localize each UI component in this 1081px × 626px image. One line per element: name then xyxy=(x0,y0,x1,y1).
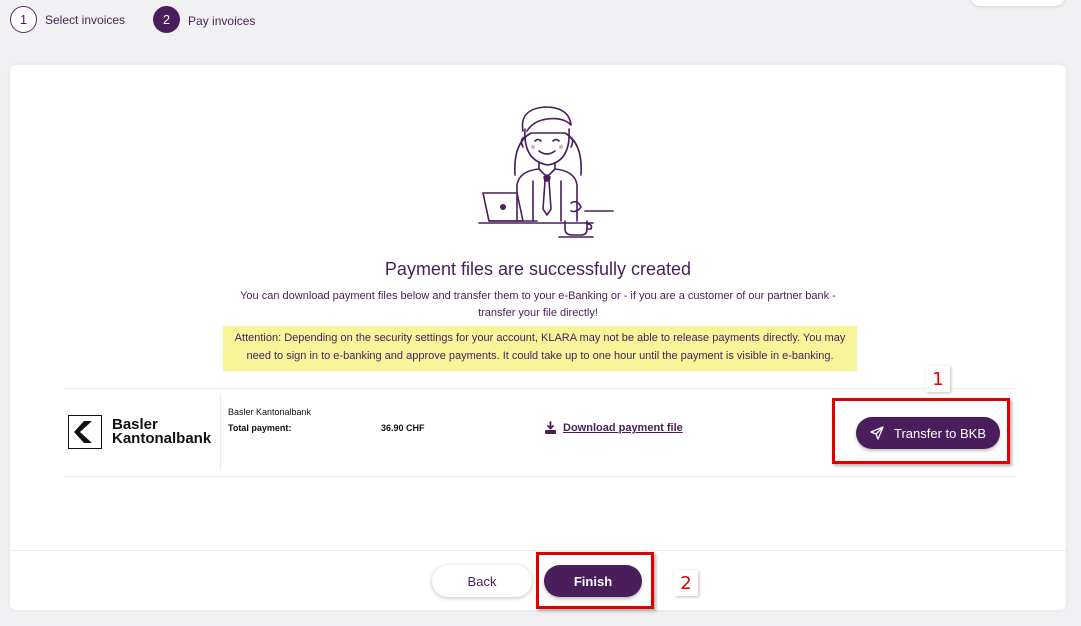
step-label: Select invoices xyxy=(45,12,126,27)
download-label: Download payment file xyxy=(563,422,683,434)
annotation-number-2: 2 xyxy=(674,570,698,596)
download-payment-file-link[interactable]: Download payment file xyxy=(544,421,683,435)
step-label: Pay invoices xyxy=(188,13,256,28)
subtitle-line: transfer your file directly! xyxy=(478,307,598,319)
footer-divider xyxy=(10,550,1066,551)
annotation-highlight-transfer xyxy=(832,398,1010,464)
row-divider-top xyxy=(65,388,1015,389)
total-payment-amount: 36.90 CHF xyxy=(381,423,425,433)
attention-notice: Attention: Depending on the security set… xyxy=(223,326,857,371)
step-pay-invoices: 2 Pay invoices xyxy=(153,6,255,33)
back-button[interactable]: Back xyxy=(432,565,532,597)
bank-logo: Basler Kantonalbank xyxy=(68,415,211,449)
stepper: 1 Select invoices 2 Pay invoices xyxy=(10,6,283,33)
step-select-invoices[interactable]: 1 Select invoices xyxy=(10,6,125,33)
annotation-highlight-finish xyxy=(536,552,654,609)
attention-line: need to sign in to e-banking and approve… xyxy=(246,350,834,362)
page-title: Payment files are successfully created xyxy=(384,259,692,279)
illustration-person-at-laptop xyxy=(473,103,623,243)
download-icon xyxy=(545,421,556,434)
bank-logo-name: Basler Kantonalbank xyxy=(112,416,212,447)
subtitle-line: You can download payment files below and… xyxy=(240,290,836,302)
column-divider xyxy=(220,395,221,469)
annotation-number-1: 1 xyxy=(926,366,950,392)
total-payment-label: Total payment: xyxy=(228,423,292,433)
attention-line: Attention: Depending on the security set… xyxy=(234,332,846,344)
main-card: Payment files are successfully created Y… xyxy=(10,65,1066,610)
row-divider-bottom xyxy=(65,476,1015,477)
step-number: 1 xyxy=(10,6,37,33)
bank-logo-icon xyxy=(68,415,102,449)
step-number: 2 xyxy=(153,6,181,33)
top-right-control[interactable] xyxy=(970,0,1065,6)
bank-name: Basler Kantonalbank xyxy=(228,407,312,417)
subtitle: You can download payment files below and… xyxy=(228,288,848,322)
